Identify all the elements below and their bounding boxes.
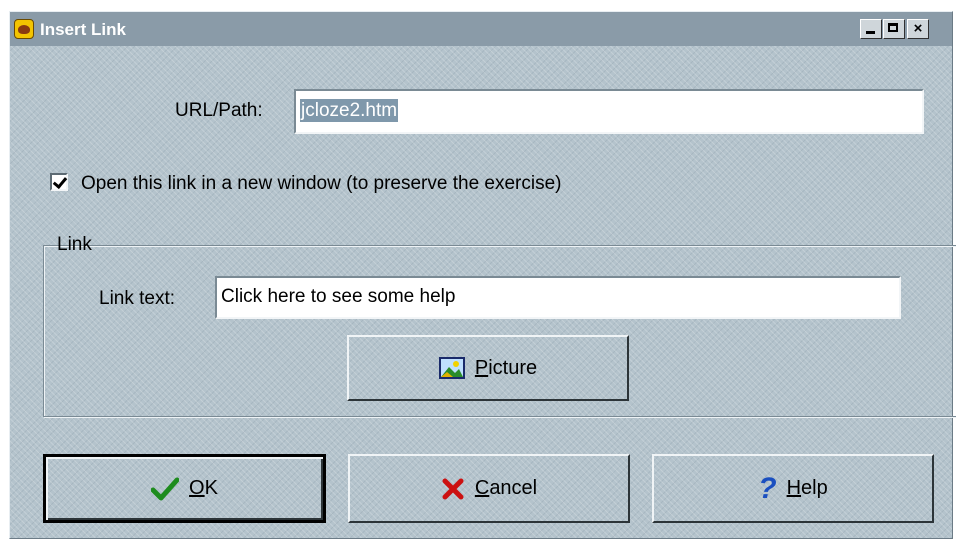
- help-button[interactable]: ? Help: [652, 454, 934, 523]
- cross-icon: [442, 478, 464, 499]
- cancel-label: Cancel: [474, 477, 538, 499]
- link-text-value: Click here to see some help: [221, 286, 456, 307]
- close-icon: ×: [913, 20, 923, 37]
- ok-button[interactable]: OK: [43, 454, 326, 523]
- question-mark-icon: ?: [758, 471, 777, 505]
- picture-label: Picture: [474, 356, 538, 379]
- picture-icon: [438, 357, 465, 379]
- maximize-icon: [888, 23, 898, 32]
- link-text-label: Link text:: [99, 288, 176, 309]
- link-group-title: Link: [57, 234, 92, 255]
- picture-button[interactable]: Picture: [347, 335, 629, 401]
- maximize-button[interactable]: [883, 19, 905, 39]
- cancel-button[interactable]: Cancel: [348, 454, 630, 523]
- new-window-label[interactable]: Open this link in a new window (to prese…: [81, 173, 562, 195]
- close-button[interactable]: ×: [907, 19, 929, 39]
- url-value: jcloze2.htm: [300, 99, 399, 122]
- insert-link-dialog: Insert Link × URL/Path: jcloze2.htm Open…: [9, 11, 956, 539]
- checkmark-icon: [151, 477, 180, 500]
- window-title: Insert Link: [40, 20, 126, 39]
- title-bar[interactable]: Insert Link ×: [10, 12, 952, 46]
- url-input[interactable]: jcloze2.htm: [294, 89, 924, 134]
- ok-label: OK: [189, 477, 218, 499]
- minimize-icon: [866, 31, 875, 34]
- link-text-input[interactable]: Click here to see some help: [215, 276, 901, 319]
- url-label: URL/Path:: [175, 100, 263, 121]
- app-icon: [14, 19, 34, 39]
- new-window-checkbox[interactable]: [50, 173, 68, 191]
- help-label: Help: [786, 477, 828, 499]
- minimize-button[interactable]: [860, 19, 882, 39]
